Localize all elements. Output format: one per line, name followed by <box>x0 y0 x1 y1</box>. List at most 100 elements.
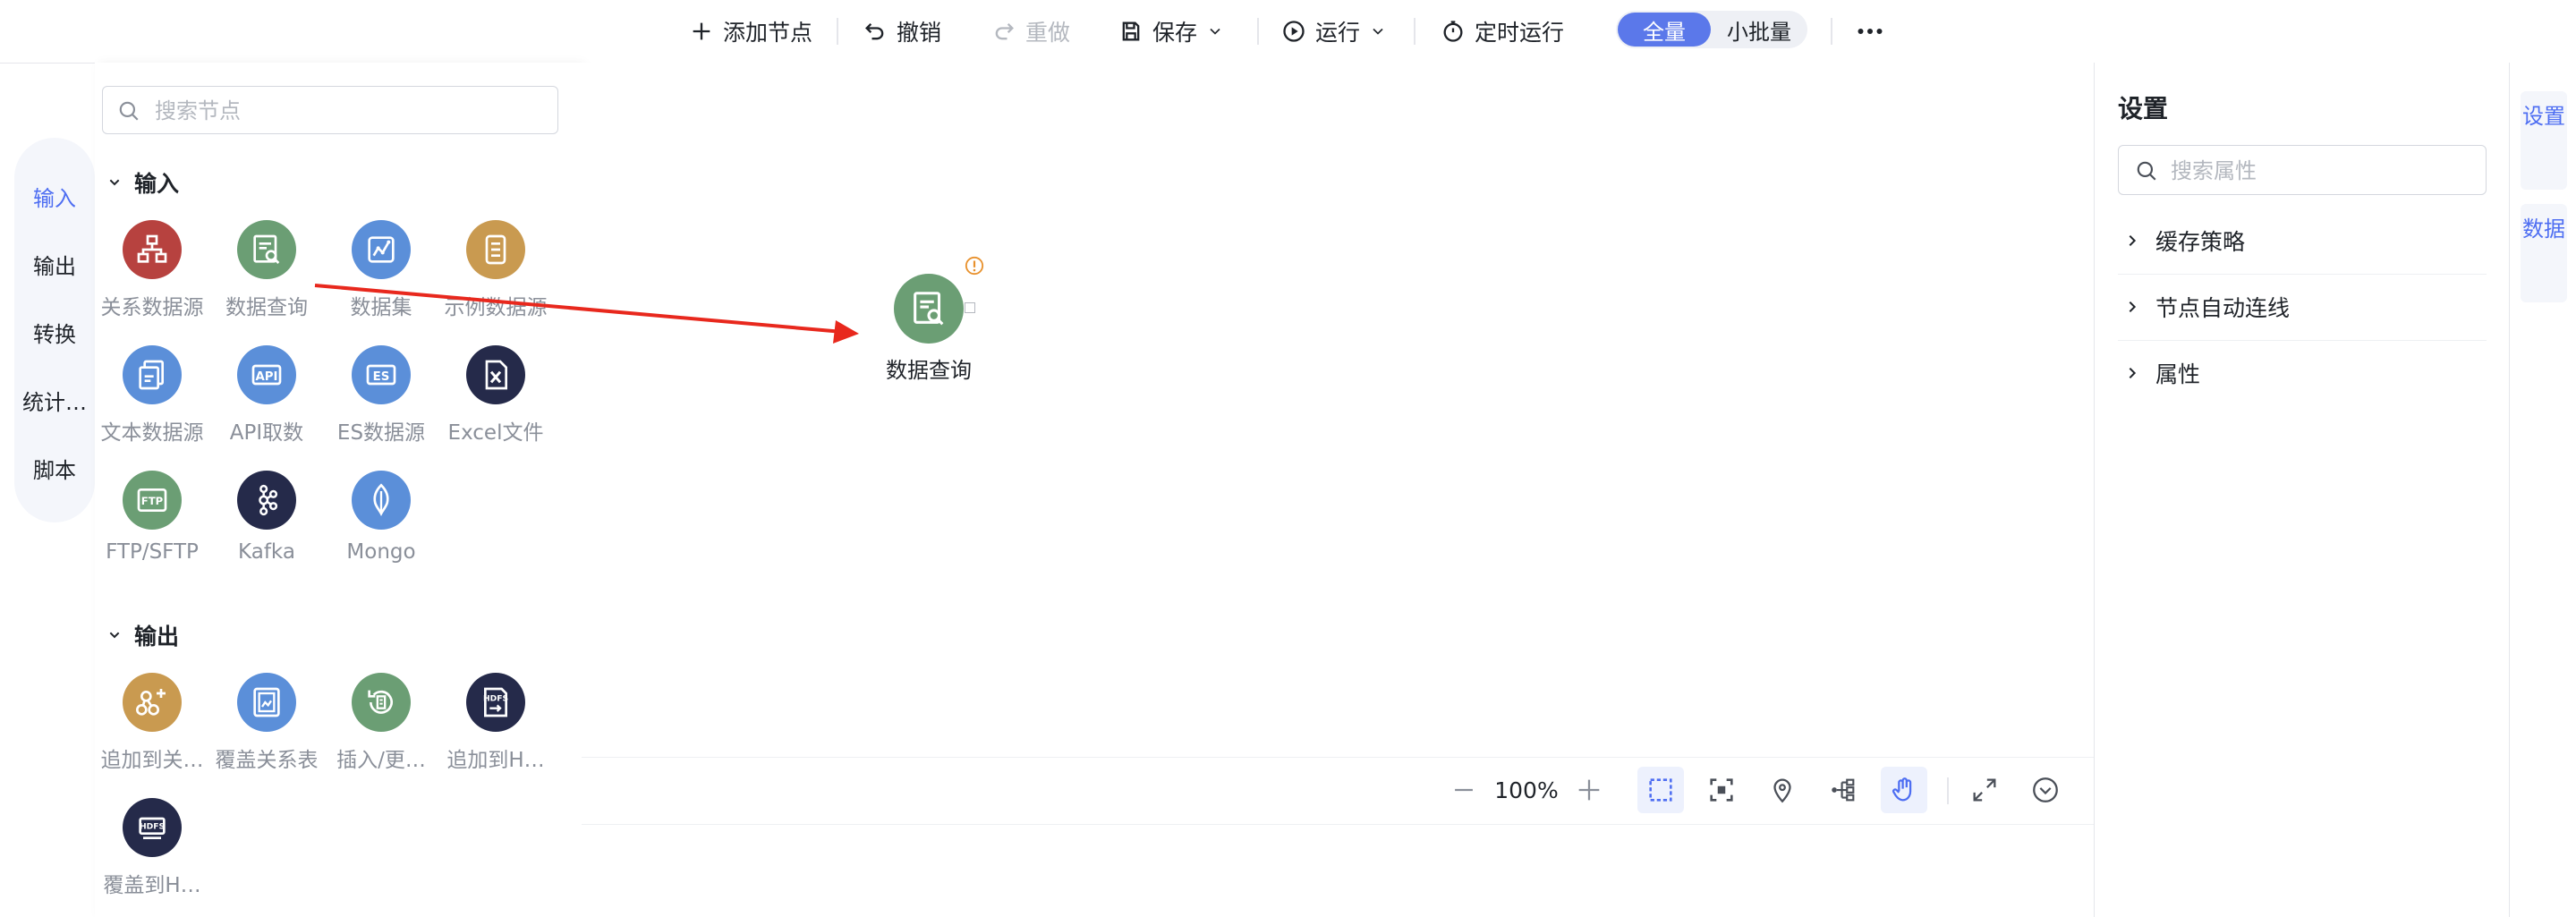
settings-panel: 设置 缓存策略 节点自动连线 属性 <box>2094 63 2510 917</box>
add-node-label: 添加节点 <box>723 20 813 46</box>
category-transform[interactable]: 转换 <box>14 317 95 348</box>
warning-icon[interactable] <box>965 256 984 276</box>
save-button[interactable]: 保存 <box>1118 13 1224 50</box>
node-relational-db[interactable]: 关系数据源 <box>95 220 209 320</box>
node-excel[interactable]: Excel文件 <box>438 345 553 446</box>
node-search-input[interactable] <box>153 94 541 128</box>
location-pin-icon <box>1773 778 1791 803</box>
undo-button[interactable]: 撤销 <box>863 13 941 50</box>
toolbar-divider <box>1831 18 1832 45</box>
save-label: 保存 <box>1152 20 1198 46</box>
node-hdfs-append[interactable]: HDFS 追加到H… <box>438 673 553 773</box>
node-panel: 输入 关系数据源 数据查询 数据集 示例数据源 文本数据源 API <box>95 63 582 917</box>
node-label: 追加到关… <box>100 749 204 772</box>
node-api[interactable]: API API取数 <box>209 345 324 446</box>
redo-icon <box>995 23 1014 40</box>
overwrite-table-icon <box>237 673 296 732</box>
node-label: Mongo <box>346 540 416 564</box>
append-relational-icon <box>123 673 182 732</box>
property-search-box <box>2118 145 2487 195</box>
node-hdfs-overwrite[interactable]: HDFS 覆盖到H… <box>95 798 209 898</box>
toolbar-divider <box>837 18 838 45</box>
settings-title: 设置 <box>2118 94 2169 123</box>
section-output-header[interactable]: 输出 <box>107 619 179 651</box>
node-append-relational[interactable]: 追加到关… <box>95 673 209 773</box>
hand-icon <box>1892 777 1912 802</box>
zoom-level: 100% <box>1494 777 1559 803</box>
side-tab-settings[interactable]: 设置 <box>2521 91 2567 190</box>
node-upsert[interactable]: 插入/更… <box>324 673 438 773</box>
pan-mode-button[interactable] <box>1881 767 1927 813</box>
chevron-right-icon <box>2129 367 2137 379</box>
node-text-file[interactable]: 文本数据源 <box>95 345 209 446</box>
search-icon <box>2137 161 2156 181</box>
node-label: ES数据源 <box>336 421 426 445</box>
text-file-icon <box>123 345 182 404</box>
collapse-panel-button[interactable] <box>2022 767 2069 813</box>
chevron-right-icon <box>2129 301 2137 313</box>
mongo-icon <box>352 471 411 530</box>
node-dataset[interactable]: 数据集 <box>324 220 438 320</box>
add-node-button[interactable]: 添加节点 <box>689 13 812 50</box>
scope-full-option[interactable]: 全量 <box>1618 13 1711 47</box>
section-input-header[interactable]: 输入 <box>107 166 179 199</box>
more-button[interactable] <box>1854 13 1886 50</box>
data-query-icon <box>894 274 964 344</box>
api-icon: API <box>237 345 296 404</box>
scheduled-run-button[interactable]: 定时运行 <box>1441 13 1564 50</box>
node-overwrite-table[interactable]: 覆盖关系表 <box>209 673 324 773</box>
category-output[interactable]: 输出 <box>14 249 95 280</box>
node-sample-data[interactable]: 示例数据源 <box>438 220 553 320</box>
box-select-button[interactable] <box>1637 767 1684 813</box>
flow-canvas[interactable]: 数据查询 100% <box>582 63 2094 917</box>
category-rail: 输入 输出 转换 统计… 脚本 <box>14 138 95 522</box>
tree-layout-icon <box>1832 778 1855 802</box>
fullscreen-button[interactable] <box>1961 767 2008 813</box>
upsert-icon <box>352 673 411 732</box>
run-button[interactable]: 运行 <box>1281 13 1387 50</box>
fit-view-button[interactable] <box>1698 767 1745 813</box>
node-label: 插入/更… <box>336 749 426 772</box>
node-mongo[interactable]: Mongo <box>324 471 438 564</box>
side-tab-data[interactable]: 数据 <box>2521 204 2567 302</box>
save-icon <box>1122 21 1140 41</box>
svg-text:HDFS: HDFS <box>140 822 165 832</box>
category-script[interactable]: 脚本 <box>14 453 95 484</box>
property-search-input[interactable] <box>2169 154 2477 188</box>
svg-text:API: API <box>255 370 277 384</box>
canvas-node-data-query[interactable]: 数据查询 <box>862 274 996 384</box>
redo-button[interactable]: 重做 <box>991 13 1070 50</box>
run-label: 运行 <box>1315 20 1361 46</box>
chevron-down-icon <box>109 632 120 639</box>
accordion-cache-strategy[interactable]: 缓存策略 <box>2118 208 2487 275</box>
accordion-label: 节点自动连线 <box>2155 295 2291 321</box>
hdfs-append-icon: HDFS <box>466 673 525 732</box>
chevron-right-icon <box>2129 234 2137 247</box>
node-label: 示例数据源 <box>444 296 548 319</box>
category-input[interactable]: 输入 <box>14 181 95 212</box>
play-circle-icon <box>1283 21 1305 42</box>
scope-batch-option[interactable]: 小批量 <box>1713 13 1806 47</box>
excel-icon <box>466 345 525 404</box>
stopwatch-icon <box>1443 21 1463 42</box>
chevron-down-icon <box>1210 28 1220 35</box>
node-label: 数据查询 <box>225 296 308 319</box>
node-data-query[interactable]: 数据查询 <box>209 220 324 320</box>
auto-layout-button[interactable] <box>1820 767 1866 813</box>
node-kafka[interactable]: Kafka <box>209 471 324 564</box>
accordion-properties[interactable]: 属性 <box>2118 340 2487 406</box>
locate-button[interactable] <box>1759 767 1806 813</box>
scheduled-run-label: 定时运行 <box>1475 20 1565 46</box>
node-ftp[interactable]: FTP FTP/SFTP <box>95 471 209 564</box>
scope-toggle: 全量 小批量 <box>1616 11 1807 48</box>
node-label: 文本数据源 <box>100 421 204 445</box>
fit-view-icon <box>1710 778 1733 802</box>
category-statistics[interactable]: 统计… <box>14 385 95 416</box>
zoom-in-button[interactable] <box>1562 767 1616 813</box>
search-icon <box>119 101 139 121</box>
node-es[interactable]: ES ES数据源 <box>324 345 438 446</box>
zoom-out-button[interactable] <box>1437 767 1491 813</box>
accordion-auto-connect[interactable]: 节点自动连线 <box>2118 274 2487 341</box>
output-port[interactable] <box>965 302 975 313</box>
undo-label: 撤销 <box>897 20 942 46</box>
